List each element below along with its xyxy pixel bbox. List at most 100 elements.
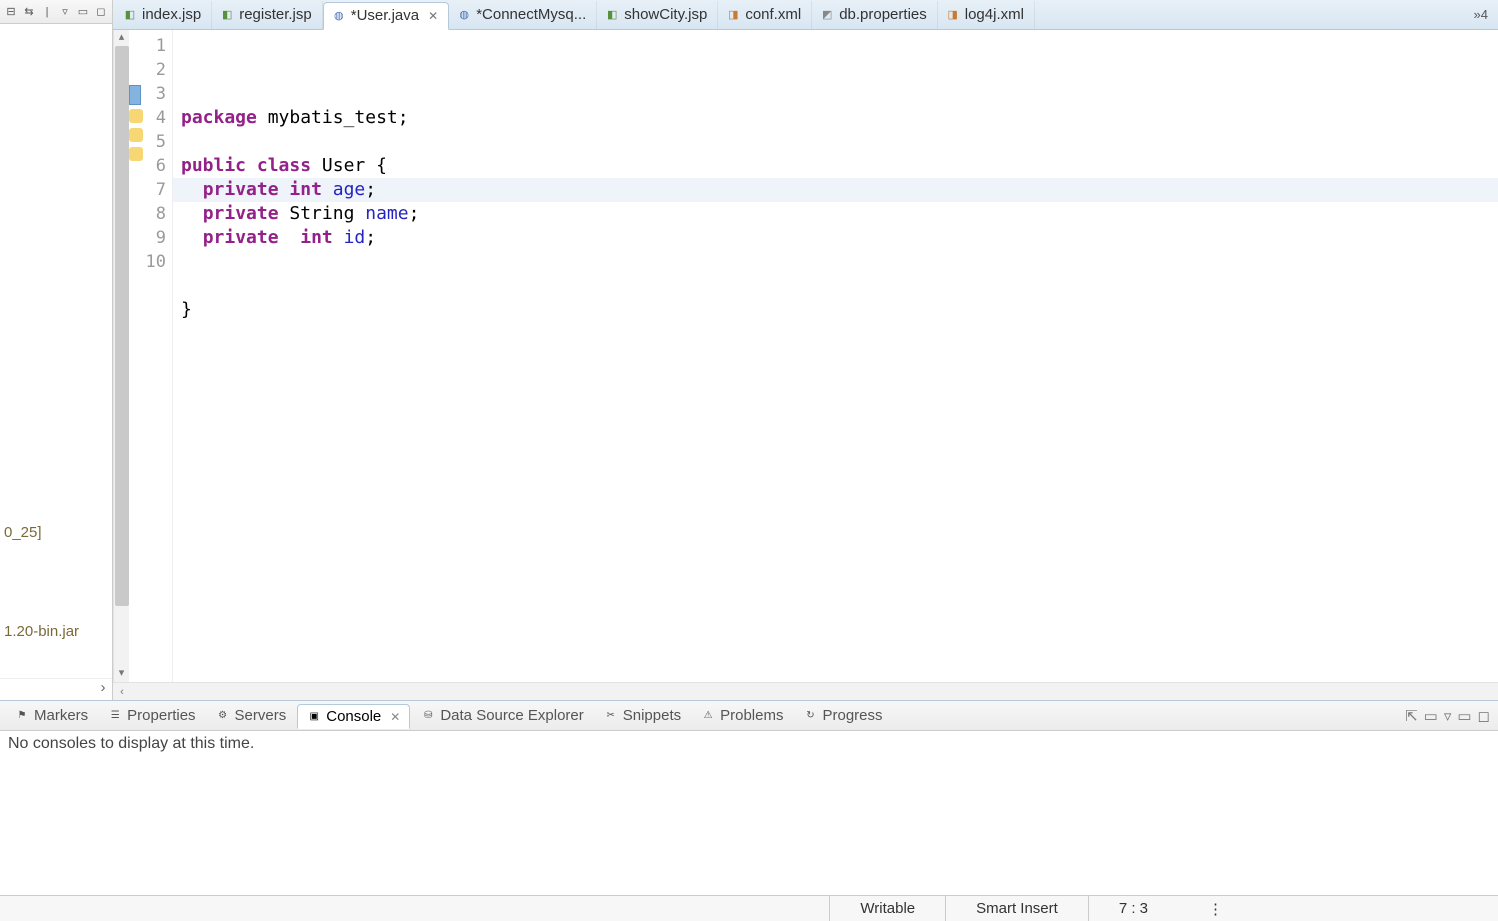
code-line[interactable]: public class User {: [181, 154, 1490, 178]
warning-marker-icon: [129, 147, 143, 161]
tab-servers[interactable]: ⚙ Servers: [207, 704, 296, 727]
console-icon: ▣: [307, 710, 321, 724]
console-message: No consoles to display at this time.: [8, 735, 254, 752]
tab-showcity-jsp[interactable]: ◧ showCity.jsp: [597, 1, 718, 29]
xml-file-icon: ◨: [946, 8, 960, 22]
code-line[interactable]: private int age;: [181, 178, 1490, 202]
tab-label: *User.java: [351, 7, 419, 24]
jsp-file-icon: ◧: [605, 8, 619, 22]
view-menu-icon[interactable]: ▿: [1444, 707, 1452, 725]
tab-db-properties[interactable]: ◩ db.properties: [812, 1, 938, 29]
properties-icon: ☰: [108, 709, 122, 723]
editor-hscrollbar[interactable]: ‹: [113, 682, 1498, 700]
code-line[interactable]: [181, 250, 1490, 274]
xml-file-icon: ◨: [726, 8, 740, 22]
class-marker-icon: [129, 85, 141, 105]
display-console-icon[interactable]: ▭: [1424, 707, 1438, 725]
close-view-icon[interactable]: ✕: [390, 710, 400, 724]
servers-icon: ⚙: [216, 709, 230, 723]
tab-properties[interactable]: ☰ Properties: [99, 704, 204, 727]
tab-label: *ConnectMysq...: [476, 6, 586, 23]
btab-label: Data Source Explorer: [440, 707, 583, 724]
snippets-icon: ✂: [604, 709, 618, 723]
editor-vscrollbar[interactable]: ▴ ▾: [113, 30, 129, 682]
tab-register-jsp[interactable]: ◧ register.jsp: [212, 1, 323, 29]
tab-label: register.jsp: [239, 6, 312, 23]
btab-label: Progress: [822, 707, 882, 724]
view-menu-icon[interactable]: ▿: [58, 5, 72, 19]
line-number: 8: [129, 202, 172, 226]
tab-index-jsp[interactable]: ◧ index.jsp: [115, 1, 212, 29]
tab-connectmysql[interactable]: ◍ *ConnectMysq...: [449, 1, 597, 29]
tab-data-source-explorer[interactable]: ⛁ Data Source Explorer: [412, 704, 592, 727]
code-line[interactable]: private int id;: [181, 226, 1490, 250]
code-line[interactable]: package mybatis_test;: [181, 106, 1490, 130]
tab-label: index.jsp: [142, 6, 201, 23]
btab-label: Properties: [127, 707, 195, 724]
tab-label: db.properties: [839, 6, 927, 23]
properties-file-icon: ◩: [820, 8, 834, 22]
code-line[interactable]: private String name;: [181, 202, 1490, 226]
line-number: 9: [129, 226, 172, 250]
java-file-icon: ◍: [332, 9, 346, 23]
jsp-file-icon: ◧: [123, 8, 137, 22]
collapse-all-icon[interactable]: ⊟: [4, 5, 18, 19]
console-output: No consoles to display at this time.: [0, 731, 1498, 895]
code-line[interactable]: [181, 322, 1490, 346]
btab-label: Snippets: [623, 707, 681, 724]
warning-marker-icon: [129, 128, 143, 142]
code-line[interactable]: }: [181, 298, 1490, 322]
pin-console-icon[interactable]: ⇱: [1405, 707, 1418, 725]
btab-label: Markers: [34, 707, 88, 724]
tab-markers[interactable]: ⚑ Markers: [6, 704, 97, 727]
jsp-file-icon: ◧: [220, 8, 234, 22]
link-editor-icon[interactable]: ⇆: [22, 5, 36, 19]
status-handle-icon: ⋮: [1178, 896, 1238, 921]
tree-item[interactable]: 0_25]: [0, 522, 112, 543]
tab-console[interactable]: ▣ Console ✕: [297, 704, 410, 729]
tab-user-java[interactable]: ◍ *User.java ✕: [323, 2, 449, 30]
java-file-icon: ◍: [457, 8, 471, 22]
explorer-tree[interactable]: 0_25] 1.20-bin.jar r] ›: [0, 24, 112, 700]
tab-snippets[interactable]: ✂ Snippets: [595, 704, 690, 727]
tab-label: log4j.xml: [965, 6, 1024, 23]
status-insert-mode: Smart Insert: [945, 896, 1088, 921]
progress-icon: ↻: [803, 709, 817, 723]
close-tab-icon[interactable]: ✕: [428, 9, 438, 23]
maximize-view-icon[interactable]: ◻: [1478, 707, 1490, 725]
tab-progress[interactable]: ↻ Progress: [794, 704, 891, 727]
tab-label: conf.xml: [745, 6, 801, 23]
code-line[interactable]: [181, 130, 1490, 154]
scroll-down-icon[interactable]: ▾: [114, 666, 129, 682]
problems-icon: ⚠: [701, 709, 715, 723]
scroll-left-icon[interactable]: ‹: [113, 683, 131, 700]
separator: |: [40, 5, 54, 19]
scroll-right-icon[interactable]: ›: [94, 679, 112, 700]
line-number: 10: [129, 250, 172, 274]
status-bar: Writable Smart Insert 7 : 3 ⋮: [0, 895, 1498, 921]
editor-gutter: 12345678910: [129, 30, 173, 682]
minimize-icon[interactable]: ▭: [76, 5, 90, 19]
btab-label: Problems: [720, 707, 783, 724]
explorer-toolbar: ⊟ ⇆ | ▿ ▭ ◻: [0, 0, 112, 24]
editor-tabbar: ◧ index.jsp ◧ register.jsp ◍ *User.java …: [113, 0, 1498, 30]
minimize-view-icon[interactable]: ▭: [1457, 707, 1471, 725]
code-editor[interactable]: package mybatis_test;public class User {…: [173, 30, 1498, 682]
tree-item[interactable]: 1.20-bin.jar: [0, 621, 112, 642]
scroll-up-icon[interactable]: ▴: [114, 30, 129, 46]
vscroll-thumb[interactable]: [115, 46, 129, 606]
line-number: 7: [129, 178, 172, 202]
tab-log4j-xml[interactable]: ◨ log4j.xml: [938, 1, 1035, 29]
tab-problems[interactable]: ⚠ Problems: [692, 704, 792, 727]
markers-icon: ⚑: [15, 709, 29, 723]
tab-conf-xml[interactable]: ◨ conf.xml: [718, 1, 812, 29]
tab-overflow-button[interactable]: »4: [1464, 7, 1498, 22]
maximize-icon[interactable]: ◻: [94, 5, 108, 19]
btab-label: Console: [326, 708, 381, 725]
explorer-hscroll[interactable]: ›: [0, 678, 112, 700]
status-writable: Writable: [829, 896, 945, 921]
tab-label: showCity.jsp: [624, 6, 707, 23]
btab-label: Servers: [235, 707, 287, 724]
status-cursor-position: 7 : 3: [1088, 896, 1178, 921]
code-line[interactable]: [181, 274, 1490, 298]
